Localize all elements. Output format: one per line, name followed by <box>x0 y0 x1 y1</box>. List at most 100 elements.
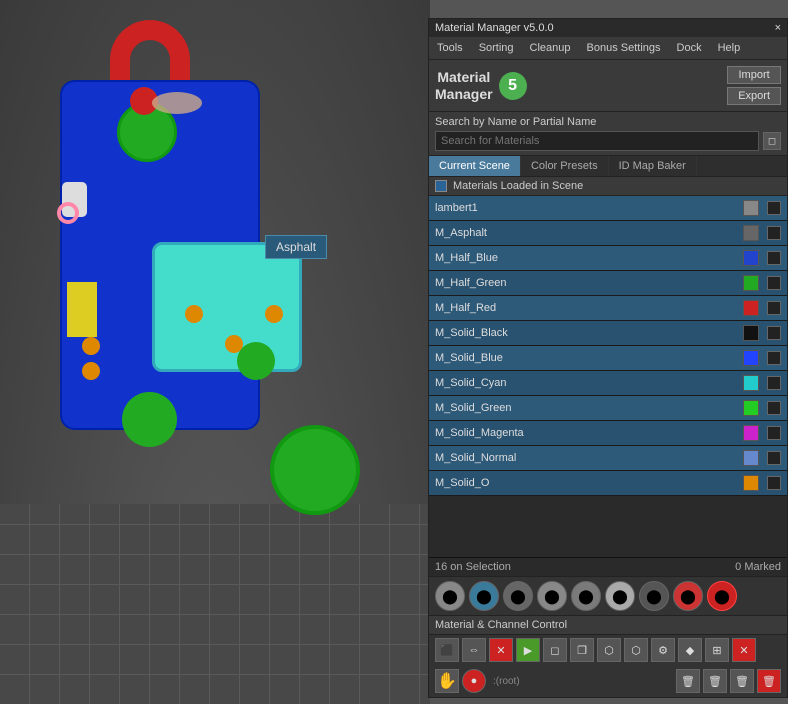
device-screen <box>152 242 302 372</box>
tab-id-map-baker[interactable]: ID Map Baker <box>609 156 697 176</box>
material-row[interactable]: M_Solid_Magenta <box>429 421 787 446</box>
material-row[interactable]: M_Solid_Cyan <box>429 371 787 396</box>
logo-line1: Material <box>435 69 493 86</box>
material-checkbox[interactable] <box>767 476 781 490</box>
search-input[interactable] <box>435 131 759 151</box>
yellow-stripe <box>67 282 97 337</box>
tool-cube-3[interactable]: ❐ <box>570 638 594 662</box>
window-title: Material Manager v5.0.0 <box>435 22 554 34</box>
menu-tools[interactable]: Tools <box>435 41 465 55</box>
material-checkbox[interactable] <box>767 401 781 415</box>
material-swatch <box>743 350 759 366</box>
tool-sphere-3[interactable]: ⬤ <box>503 581 533 611</box>
small-green-circle <box>237 342 275 380</box>
scene-checkbox[interactable] <box>435 180 447 192</box>
tool-sphere-5[interactable]: ⬤ <box>571 581 601 611</box>
tool-green-arrow[interactable]: ▶ <box>516 638 540 662</box>
material-checkbox[interactable] <box>767 251 781 265</box>
search-collapse-icon[interactable]: ◻ <box>763 132 781 150</box>
material-checkbox[interactable] <box>767 201 781 215</box>
search-label: Search by Name or Partial Name <box>435 116 781 128</box>
tool-sphere-1[interactable]: ⬤ <box>435 581 465 611</box>
material-name: lambert1 <box>435 202 743 214</box>
tool-trash-red[interactable]: 🗑 <box>757 669 781 693</box>
logo-line2: Manager <box>435 86 493 103</box>
material-checkbox[interactable] <box>767 426 781 440</box>
tool-cube[interactable]: ⬛ <box>435 638 459 662</box>
tool-trash-3[interactable]: 🗑 <box>730 669 754 693</box>
small-orange-2 <box>82 362 100 380</box>
material-swatch <box>743 425 759 441</box>
small-orange-1 <box>82 337 100 355</box>
tab-current-scene[interactable]: Current Scene <box>429 156 521 176</box>
material-swatch <box>743 400 759 416</box>
root-text: :(root) <box>493 676 520 687</box>
material-row[interactable]: M_Solid_Normal <box>429 446 787 471</box>
search-area: Search by Name or Partial Name ◻ <box>429 112 787 156</box>
tool-trash-2[interactable]: 🗑 <box>703 669 727 693</box>
asphalt-label: Asphalt <box>276 240 316 254</box>
material-swatch <box>743 450 759 466</box>
viewport: Asphalt <box>0 0 430 704</box>
material-checkbox[interactable] <box>767 376 781 390</box>
tool-close-red[interactable]: ✕ <box>732 638 756 662</box>
material-name: M_Solid_Magenta <box>435 427 743 439</box>
material-checkbox[interactable] <box>767 276 781 290</box>
material-checkbox[interactable] <box>767 301 781 315</box>
material-row[interactable]: M_Solid_Green <box>429 396 787 421</box>
material-checkbox[interactable] <box>767 326 781 340</box>
tool-row-1: ⬤ ⬤ ⬤ ⬤ ⬤ ⬤ ⬤ ⬤ ⬤ <box>429 576 787 615</box>
import-button[interactable]: Import <box>727 66 781 84</box>
menu-cleanup[interactable]: Cleanup <box>528 41 573 55</box>
tool-sphere-7[interactable]: ⬤ <box>639 581 669 611</box>
tool-sphere-8[interactable]: ⬤ <box>673 581 703 611</box>
material-swatch <box>743 375 759 391</box>
material-name: M_Asphalt <box>435 227 743 239</box>
tool-hand[interactable]: ✋ <box>435 669 459 693</box>
material-name: M_Half_Blue <box>435 252 743 264</box>
material-checkbox[interactable] <box>767 351 781 365</box>
import-export-area: Import Export <box>727 66 781 105</box>
menu-bonus-settings[interactable]: Bonus Settings <box>585 41 663 55</box>
tool-red-x[interactable]: ✕ <box>489 638 513 662</box>
tan-oval <box>152 92 202 114</box>
scene-label-row: Materials Loaded in Scene <box>429 177 787 196</box>
material-row[interactable]: M_Half_Green <box>429 271 787 296</box>
menu-dock[interactable]: Dock <box>675 41 704 55</box>
materials-list[interactable]: lambert1 M_Asphalt M_Half_Blue M_Half_Green… <box>429 196 787 557</box>
tool-sphere-2[interactable]: ⬤ <box>469 581 499 611</box>
material-checkbox[interactable] <box>767 451 781 465</box>
scene-label-text: Materials Loaded in Scene <box>453 180 583 192</box>
tool-cylinder-2[interactable]: ⬡ <box>624 638 648 662</box>
tool-cylinder[interactable]: ⬡ <box>597 638 621 662</box>
logo-area: Material Manager 5 <box>435 69 527 103</box>
tool-cube-2[interactable]: ◻ <box>543 638 567 662</box>
material-row[interactable]: M_Half_Blue <box>429 246 787 271</box>
menu-help[interactable]: Help <box>716 41 743 55</box>
material-checkbox[interactable] <box>767 226 781 240</box>
material-swatch <box>743 275 759 291</box>
material-row[interactable]: M_Solid_Blue <box>429 346 787 371</box>
tool-trash-1[interactable]: 🗑 <box>676 669 700 693</box>
material-swatch <box>743 200 759 216</box>
tool-grid[interactable]: ⊞ <box>705 638 729 662</box>
material-row[interactable]: M_Half_Red <box>429 296 787 321</box>
tool-links[interactable]: ⇔ <box>462 638 486 662</box>
material-swatch <box>743 300 759 316</box>
menu-sorting[interactable]: Sorting <box>477 41 516 55</box>
tool-sphere-red[interactable]: ⬤ <box>707 581 737 611</box>
material-row[interactable]: M_Asphalt <box>429 221 787 246</box>
close-button[interactable]: × <box>775 22 781 34</box>
tool-sphere-4[interactable]: ⬤ <box>537 581 567 611</box>
floor-grid <box>0 504 430 704</box>
tool-gear[interactable]: ⚙ <box>651 638 675 662</box>
tab-color-presets[interactable]: Color Presets <box>521 156 609 176</box>
material-row[interactable]: M_Solid_Black <box>429 321 787 346</box>
tool-record[interactable]: ● <box>462 669 486 693</box>
material-row[interactable]: M_Solid_O <box>429 471 787 496</box>
tool-sphere-6[interactable]: ⬤ <box>605 581 635 611</box>
material-row[interactable]: lambert1 <box>429 196 787 221</box>
tabs-row: Current Scene Color Presets ID Map Baker <box>429 156 787 177</box>
export-button[interactable]: Export <box>727 87 781 105</box>
tool-diamond[interactable]: ◆ <box>678 638 702 662</box>
